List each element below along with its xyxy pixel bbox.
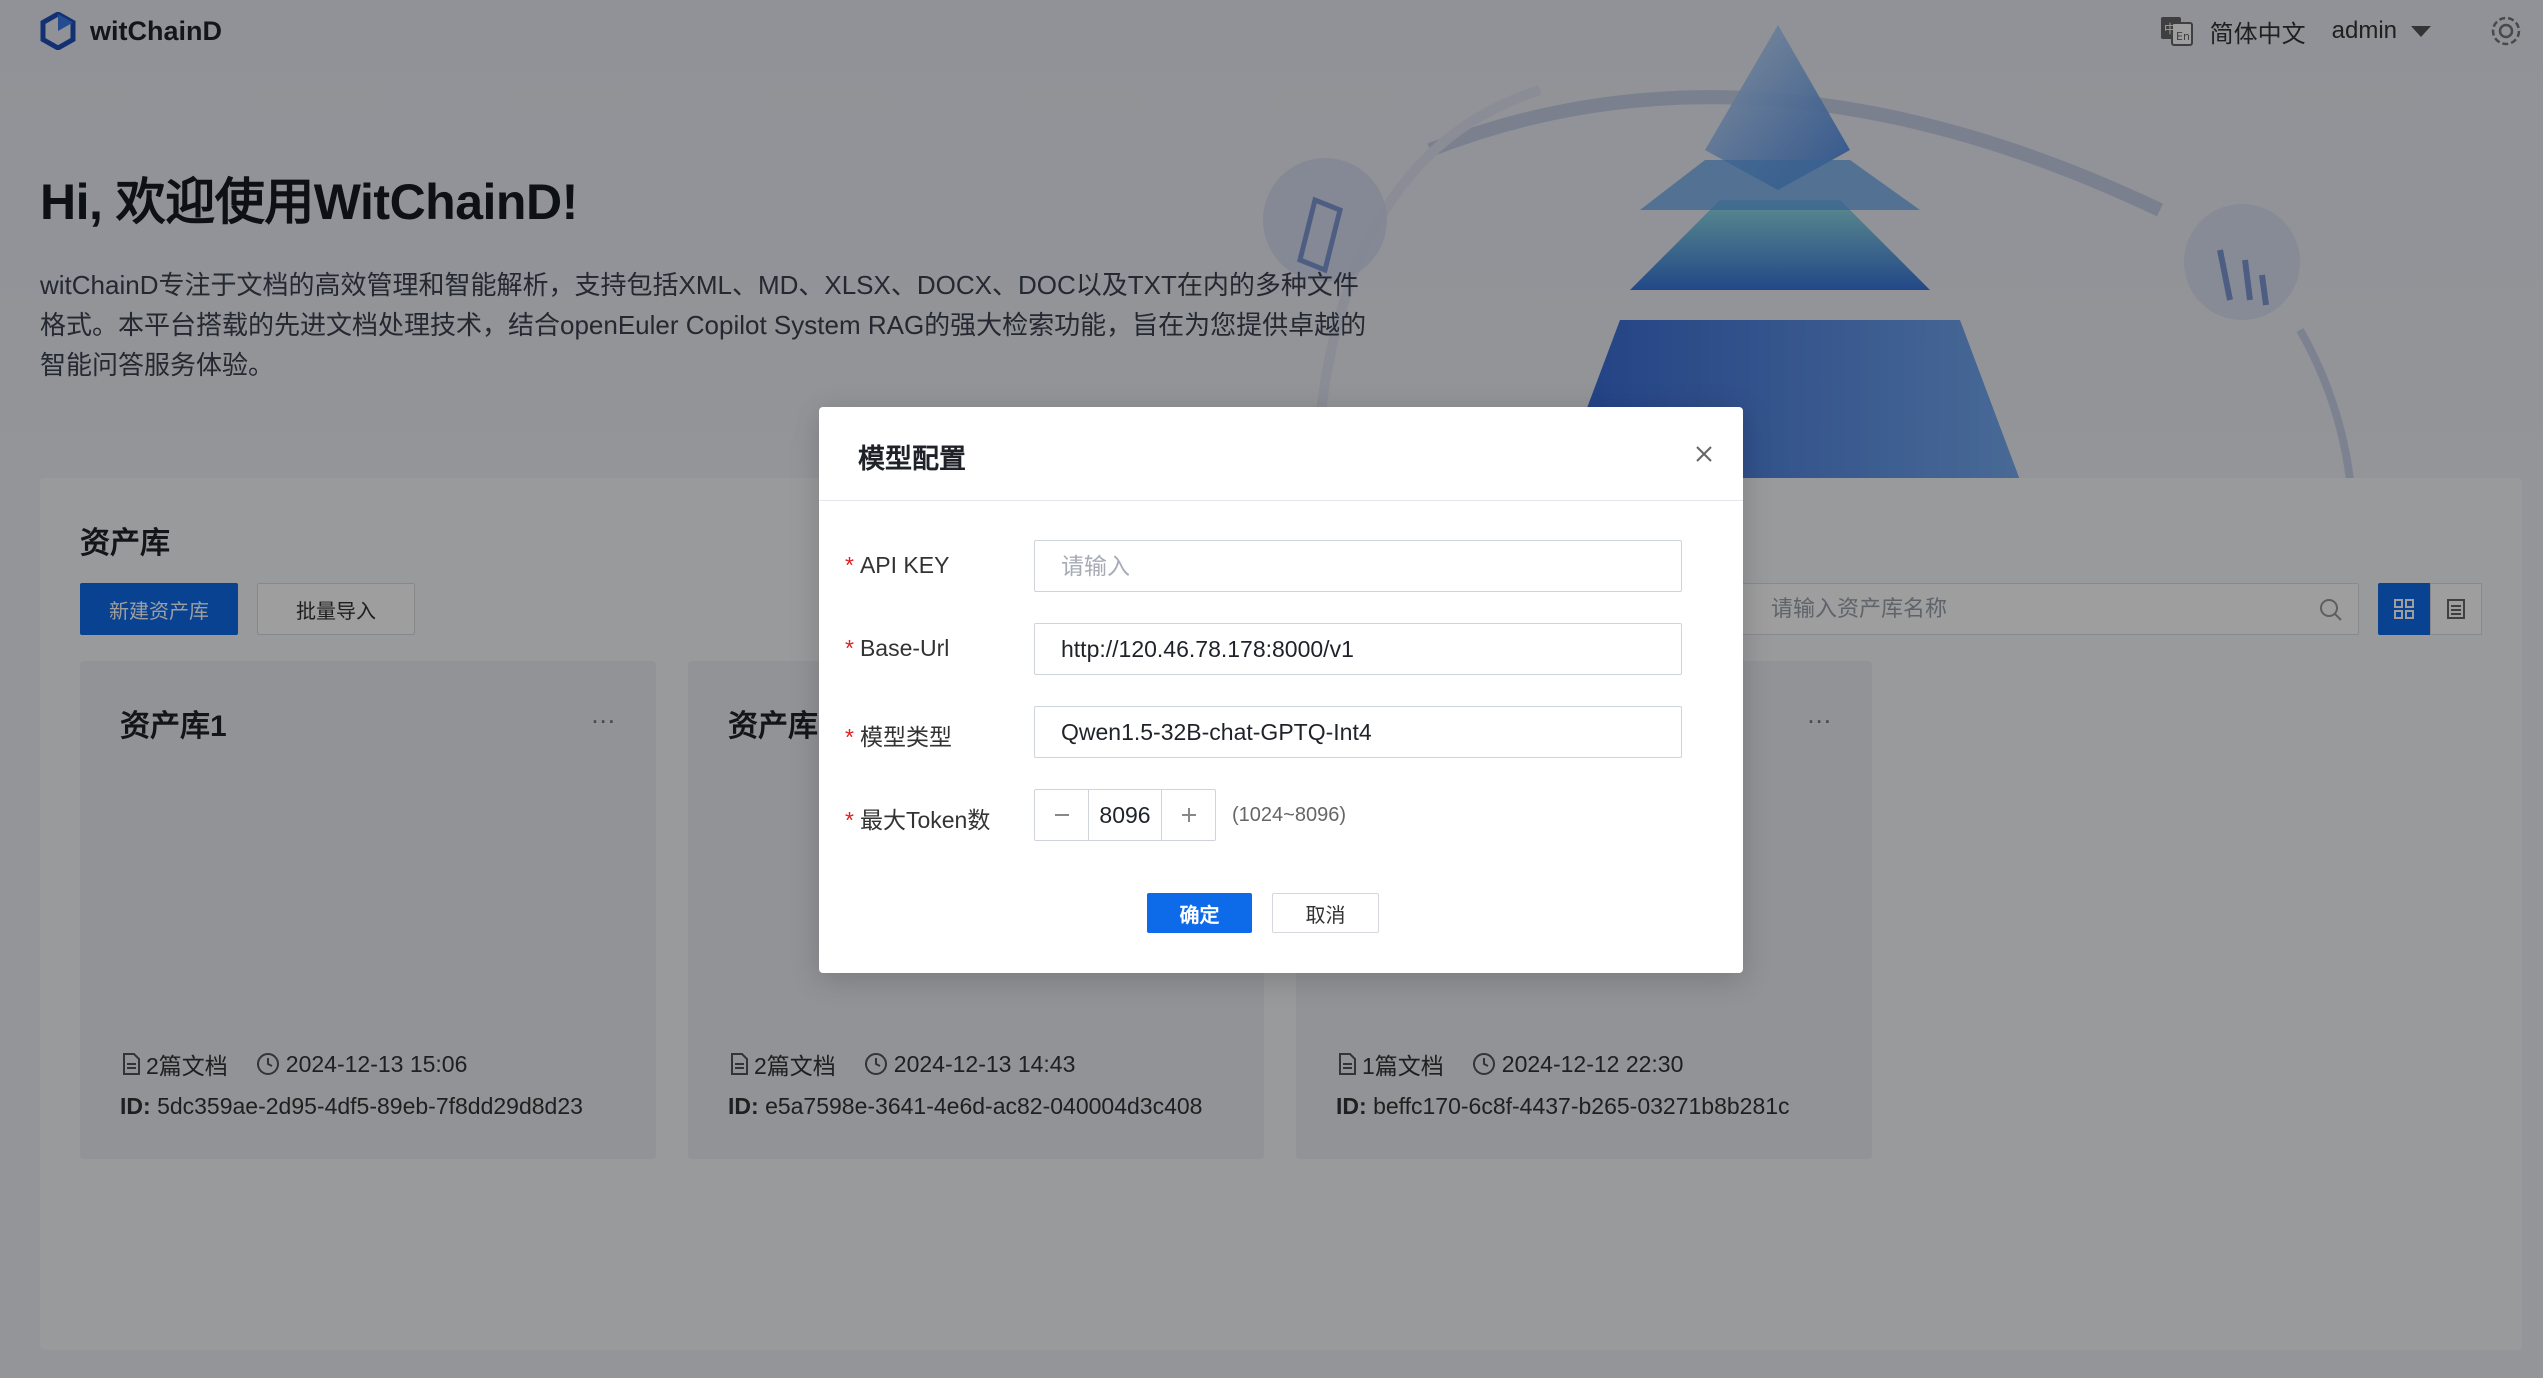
- model-type-row: * 模型类型: [845, 706, 1705, 758]
- token-range-hint: (1024~8096): [1232, 804, 1346, 826]
- base-url-input[interactable]: [1035, 624, 1681, 674]
- max-token-row: * 最大Token数 8096 (1024~8096): [845, 789, 1705, 841]
- base-url-row: * Base-Url: [845, 623, 1705, 675]
- max-token-stepper[interactable]: 8096: [1034, 789, 1216, 841]
- max-token-value[interactable]: 8096: [1089, 790, 1161, 840]
- model-type-label: * 模型类型: [845, 724, 952, 750]
- api-key-label: * API KEY: [845, 552, 950, 578]
- api-key-input[interactable]: [1035, 541, 1681, 591]
- decrement-button[interactable]: [1035, 790, 1089, 840]
- cancel-button[interactable]: 取消: [1272, 893, 1379, 933]
- close-icon[interactable]: [1691, 441, 1717, 467]
- model-config-dialog: 模型配置 *API KEY *Base-Url *模型类型 *最大Token数 …: [819, 407, 1743, 973]
- max-token-label: * 最大Token数: [845, 807, 991, 833]
- minus-icon: [1054, 814, 1069, 816]
- api-key-row: * API KEY: [845, 540, 1705, 592]
- increment-button[interactable]: [1161, 790, 1215, 840]
- dialog-title: 模型配置: [858, 444, 966, 474]
- base-url-label: * Base-Url: [845, 635, 950, 661]
- model-type-input[interactable]: [1035, 707, 1681, 757]
- confirm-button[interactable]: 确定: [1147, 893, 1252, 933]
- plus-icon: [1181, 808, 1196, 822]
